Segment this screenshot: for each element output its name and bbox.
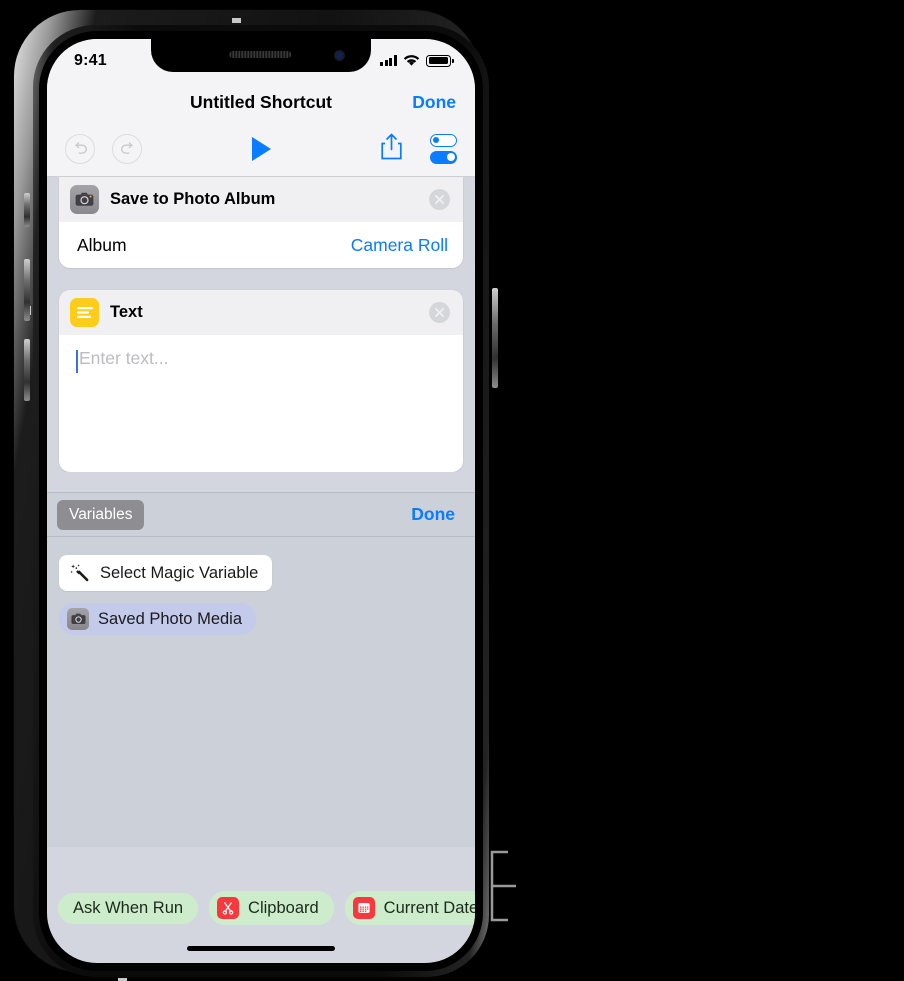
text-input-area[interactable]: Enter text... [59,335,463,472]
screenshot-root: 9:41 Untitled Shortcut Done Save to Phot… [0,0,904,981]
status-time: 9:41 [74,52,107,69]
suggestion-label: Clipboard [248,898,319,917]
volume-up-button[interactable] [24,259,30,321]
camera-icon [67,608,89,630]
action-title: Text [110,303,143,321]
nav-done-button[interactable]: Done [412,92,456,113]
close-circle-icon[interactable] [429,189,450,210]
variable-label: Select Magic Variable [100,563,259,582]
antenna-band-top [232,18,241,23]
text-placeholder: Enter text... [79,348,169,368]
undo-arrow-icon [74,142,87,154]
earpiece-speaker [229,51,292,58]
notch [151,39,371,72]
close-circle-icon[interactable] [429,302,450,323]
wifi-icon [403,55,420,66]
undo-button[interactable] [65,133,95,164]
share-up-arrow-icon [381,133,402,159]
cellular-bars-icon [380,55,397,66]
scissors-icon [217,897,240,919]
parameter-label: Album [77,234,127,255]
shortcut-settings-button[interactable] [430,133,457,164]
toolbar-right-group [380,133,457,165]
phone-frame: 9:41 Untitled Shortcut Done Save to Phot… [14,10,498,981]
variables-panel: Select Magic Variable Saved Photo Media [47,537,475,847]
text-lines-icon [70,298,99,327]
mute-switch[interactable] [24,193,30,227]
camera-icon [70,185,99,214]
page-title: Untitled Shortcut [190,91,332,112]
action-header: Text [59,290,463,335]
front-camera-icon [334,50,345,61]
variables-tab[interactable]: Variables [57,499,145,530]
navigation-bar: Untitled Shortcut Done [47,83,475,121]
suggestion-ask-when-run[interactable]: Ask When Run [58,892,199,924]
volume-down-button[interactable] [24,339,30,401]
variables-accessory-bar: Variables Done [47,492,475,537]
suggestion-clipboard[interactable]: Clipboard [209,891,334,925]
select-magic-variable-button[interactable]: Select Magic Variable [59,555,273,591]
redo-arrow-icon [120,142,133,154]
parameter-value[interactable]: Camera Roll [351,235,448,256]
magic-wand-icon [70,564,89,582]
variables-done-button[interactable]: Done [411,504,455,525]
power-button[interactable] [492,288,498,388]
action-header: Save to Photo Album [59,177,463,222]
run-shortcut-button[interactable] [142,136,380,161]
suggestion-label: Current Date [383,898,475,917]
redo-button[interactable] [112,133,142,164]
play-triangle-icon [251,136,271,161]
action-card-text[interactable]: Text Enter text... [59,290,463,472]
variable-label: Saved Photo Media [98,609,243,628]
suggestion-current-date[interactable]: Current Date [344,891,475,925]
content-bottom-spacer [47,472,475,492]
share-button[interactable] [380,133,403,165]
status-indicators [380,54,454,67]
action-card-save-to-photo-album[interactable]: Save to Photo Album Album Camera Roll [59,177,463,268]
toggle-off-icon [430,133,457,147]
callout-bracket [490,850,516,922]
editor-toolbar [47,121,475,177]
toggle-on-icon [430,150,457,164]
battery-icon [426,54,454,67]
suggestions-bar: Ask When Run Clipboard Current Date [47,891,475,925]
parameter-row-album[interactable]: Album Camera Roll [59,222,463,268]
calendar-icon [352,897,375,919]
phone-screen: 9:41 Untitled Shortcut Done Save to Phot… [47,39,475,963]
card-spacer [47,268,475,290]
variable-saved-photo-media[interactable]: Saved Photo Media [59,603,257,635]
suggestion-label: Ask When Run [73,898,184,917]
home-indicator[interactable] [187,946,335,951]
text-cursor [76,350,79,373]
actions-list: Save to Photo Album Album Camera Roll Te… [47,177,475,492]
action-title: Save to Photo Album [110,190,276,208]
undo-redo-group [65,133,142,164]
